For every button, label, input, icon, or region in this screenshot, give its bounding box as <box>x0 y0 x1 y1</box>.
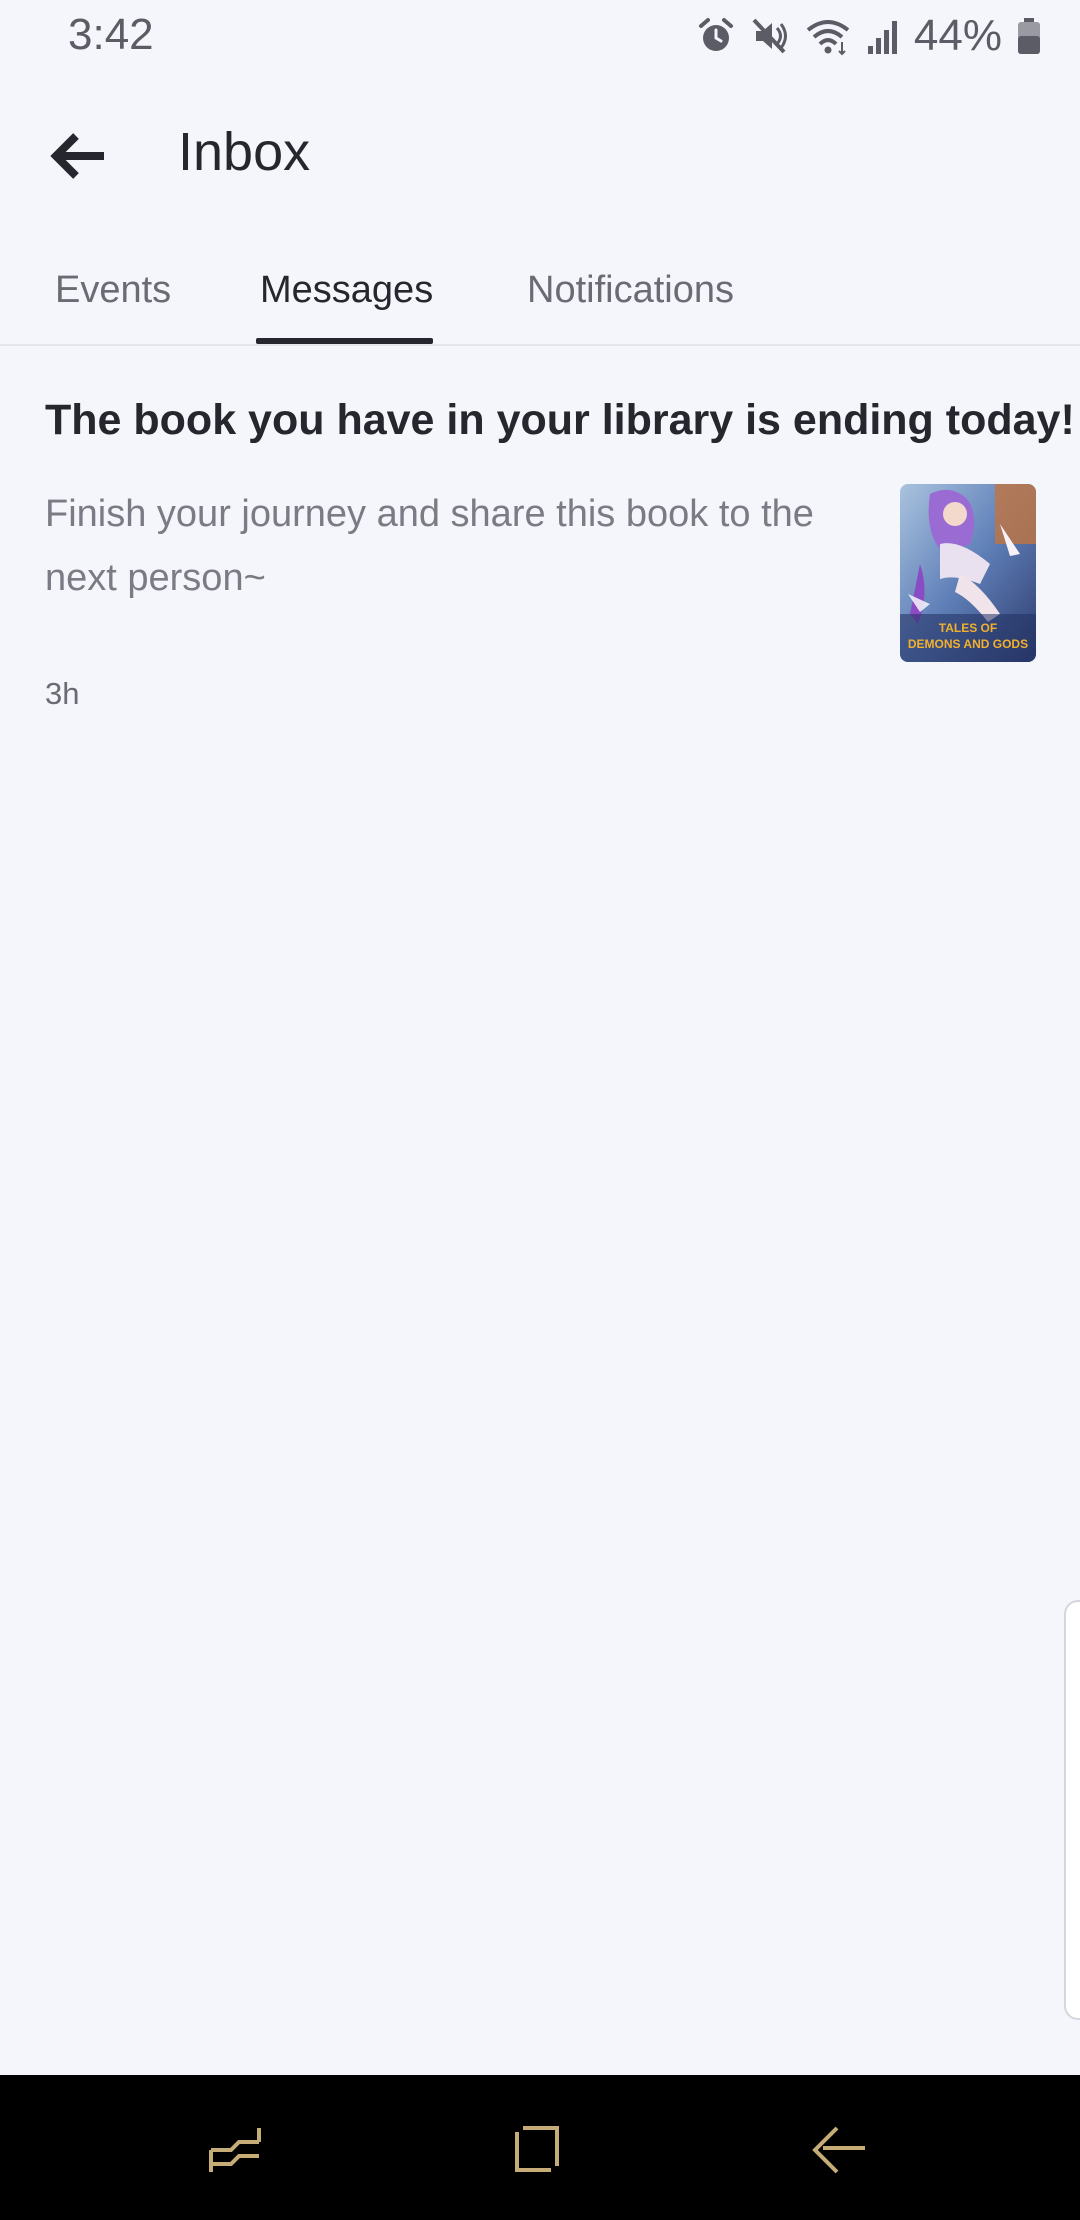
message-item[interactable]: The book you have in your library is end… <box>0 346 1080 726</box>
message-time: 3h <box>45 676 80 711</box>
arrow-left-icon <box>50 133 104 179</box>
message-title: The book you have in your library is end… <box>45 396 1075 444</box>
mute-icon <box>750 16 790 56</box>
app-header: Inbox <box>0 90 1080 220</box>
tab-bar: Events Messages Notifications <box>0 248 1080 346</box>
status-bar: 3:42 44% <box>0 0 1080 72</box>
status-time: 3:42 <box>68 10 154 59</box>
book-cover-image[interactable]: TALES OF DEMONS AND GODS <box>900 484 1036 662</box>
status-icons: 44% <box>696 10 1042 62</box>
back-icon <box>812 2126 865 2174</box>
home-button[interactable] <box>492 2115 582 2185</box>
battery-icon <box>1016 16 1042 56</box>
recent-apps-button[interactable] <box>190 2115 280 2185</box>
recent-apps-icon <box>209 2128 261 2172</box>
cover-title-line-1: TALES OF <box>939 621 997 635</box>
home-icon <box>515 2126 559 2172</box>
signal-icon <box>866 16 900 56</box>
cover-title-line-2: DEMONS AND GODS <box>908 637 1028 651</box>
wifi-icon <box>804 16 852 56</box>
navigation-bar <box>0 2075 1080 2220</box>
tab-messages[interactable]: Messages <box>255 248 434 344</box>
tab-notifications[interactable]: Notifications <box>527 248 734 344</box>
tab-events[interactable]: Events <box>55 248 171 344</box>
battery-percent: 44% <box>913 11 1002 60</box>
edge-panel-handle[interactable] <box>1064 1600 1080 2020</box>
message-body: Finish your journey and share this book … <box>45 493 814 599</box>
alarm-icon <box>696 16 736 56</box>
page-title: Inbox <box>178 122 311 182</box>
back-nav-button[interactable] <box>794 2115 884 2185</box>
back-button[interactable] <box>40 118 116 194</box>
